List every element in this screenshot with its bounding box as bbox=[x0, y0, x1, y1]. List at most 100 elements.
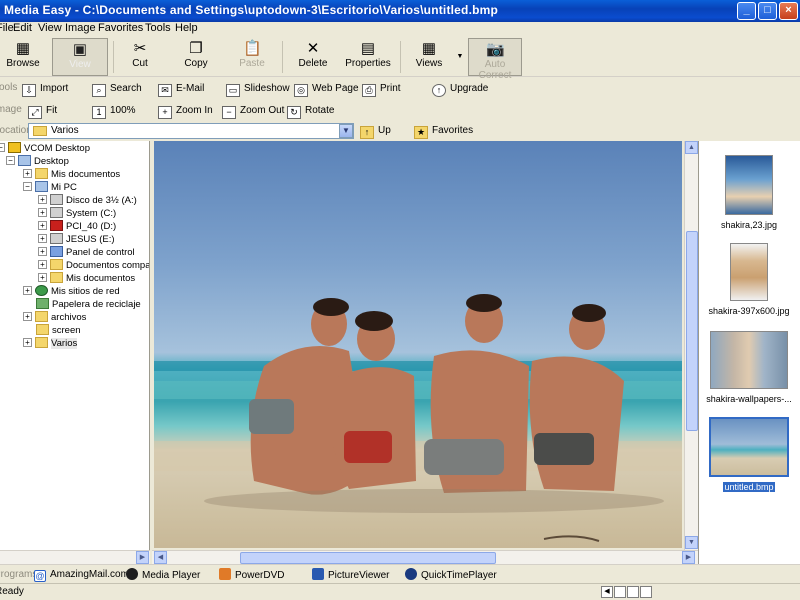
expand-icon[interactable]: + bbox=[38, 260, 47, 269]
search-button[interactable]: ⌕ Search bbox=[92, 80, 142, 97]
tree-item-archivos[interactable]: + archivos bbox=[23, 311, 86, 324]
expand-icon[interactable]: + bbox=[38, 234, 47, 243]
zoom-in-button[interactable]: + Zoom In bbox=[158, 102, 213, 119]
status-slot-icon[interactable] bbox=[627, 586, 639, 598]
upgrade-button[interactable]: ↑ Upgrade bbox=[432, 80, 488, 97]
tree-item-mis-sitios-de-red[interactable]: + Mis sitios de red bbox=[23, 285, 120, 298]
removable-drive-icon bbox=[50, 233, 63, 244]
print-button[interactable]: ⎙ Print bbox=[362, 80, 401, 97]
scroll-left-arrow[interactable]: ◀ bbox=[154, 551, 167, 564]
thumbnail-item[interactable]: shakira-wallpapers-... bbox=[699, 331, 799, 404]
tree-item-pci40-d[interactable]: + PCI_40 (D:) bbox=[38, 220, 116, 233]
favorites-button[interactable]: ★ Favorites bbox=[414, 122, 473, 139]
collapse-icon[interactable]: − bbox=[0, 143, 5, 152]
scroll-down-arrow[interactable]: ▼ bbox=[685, 536, 698, 549]
slideshow-button[interactable]: ▭ Slideshow bbox=[226, 80, 290, 97]
program-amazingmail[interactable]: @ AmazingMail.com bbox=[34, 568, 129, 582]
location-value: Varios bbox=[51, 125, 79, 136]
vertical-scroll-thumb[interactable] bbox=[686, 231, 698, 431]
tree-item-desktop[interactable]: − Desktop bbox=[6, 155, 69, 168]
tree-item-mi-pc[interactable]: − Mi PC bbox=[23, 181, 77, 194]
tree-item-mis-documentos[interactable]: + Mis documentos bbox=[23, 168, 120, 181]
program-label: QuickTimePlayer bbox=[421, 570, 497, 581]
auto-correct-button[interactable]: 📷 Auto Correct bbox=[468, 38, 522, 81]
tree-item-screen[interactable]: screen bbox=[36, 324, 81, 337]
zoom-100-button[interactable]: 1 100% bbox=[92, 102, 136, 119]
expand-icon[interactable]: + bbox=[23, 338, 32, 347]
tree-item-floppy[interactable]: + Disco de 3½ (A:) bbox=[38, 194, 137, 207]
expand-icon[interactable]: + bbox=[38, 195, 47, 204]
paste-label: Paste bbox=[239, 58, 265, 69]
program-media-player[interactable]: Media Player bbox=[126, 568, 200, 582]
menu-favorites[interactable]: Favorites bbox=[98, 22, 143, 34]
location-field[interactable]: Varios ▼ bbox=[28, 123, 354, 139]
program-quicktime[interactable]: QuickTimePlayer bbox=[405, 568, 497, 582]
status-nav-arrow-icon[interactable]: ◀ bbox=[601, 586, 613, 598]
delete-button[interactable]: ✕ Delete bbox=[291, 38, 335, 76]
thumbnail-caption: shakira,23.jpg bbox=[720, 220, 778, 230]
status-slot-icon[interactable] bbox=[614, 586, 626, 598]
close-button[interactable]: × bbox=[779, 2, 798, 20]
scroll-right-arrow[interactable]: ▶ bbox=[682, 551, 695, 564]
expand-icon[interactable]: + bbox=[38, 208, 47, 217]
import-button[interactable]: ⇩ Import bbox=[22, 80, 68, 97]
tree-item-label: archivos bbox=[51, 312, 87, 323]
thumbnail-item[interactable]: shakira-397x600.jpg bbox=[699, 243, 799, 316]
up-button[interactable]: ↑ Up bbox=[360, 122, 391, 139]
tree-item-panel-de-control[interactable]: + Panel de control bbox=[38, 246, 135, 259]
horizontal-scroll-thumb[interactable] bbox=[240, 552, 496, 564]
fit-button[interactable]: ⤢ Fit bbox=[28, 102, 57, 119]
view-button[interactable]: ▣ View bbox=[52, 38, 108, 76]
tree-horizontal-scrollbar[interactable]: ▶ bbox=[0, 550, 150, 564]
displayed-photo[interactable] bbox=[154, 141, 682, 548]
properties-button[interactable]: ▤ Properties bbox=[343, 38, 393, 76]
expand-icon[interactable]: + bbox=[38, 273, 47, 282]
program-pictureviewer[interactable]: PictureViewer bbox=[312, 568, 390, 582]
collapse-icon[interactable]: − bbox=[23, 182, 32, 191]
views-dropdown-arrow[interactable]: ▼ bbox=[454, 38, 466, 76]
menu-edit[interactable]: Edit bbox=[13, 22, 32, 34]
tree-item-vcom-desktop[interactable]: − VCOM Desktop bbox=[0, 142, 90, 155]
menu-view[interactable]: View bbox=[38, 22, 62, 34]
location-dropdown-arrow[interactable]: ▼ bbox=[339, 124, 353, 138]
floppy-drive-icon bbox=[50, 194, 63, 205]
browse-button[interactable]: ▦ Browse bbox=[2, 38, 44, 76]
webpage-button[interactable]: ◎ Web Page bbox=[294, 80, 359, 97]
cut-button[interactable]: ✂ Cut bbox=[120, 38, 160, 76]
maximize-button[interactable]: □ bbox=[758, 2, 777, 20]
scroll-up-arrow[interactable]: ▲ bbox=[685, 141, 698, 154]
scissors-icon: ✂ bbox=[133, 40, 147, 57]
thumbnail-item-selected[interactable]: untitled.bmp bbox=[699, 417, 799, 493]
upgrade-icon: ↑ bbox=[432, 84, 446, 97]
menu-help[interactable]: Help bbox=[175, 22, 198, 34]
viewer-horizontal-scrollbar[interactable]: ◀ ▶ bbox=[152, 550, 698, 564]
tree-item-jesus-e[interactable]: + JESUS (E:) bbox=[38, 233, 115, 246]
zoom-out-button[interactable]: − Zoom Out bbox=[222, 102, 284, 119]
copy-button[interactable]: ❐ Copy bbox=[174, 38, 218, 76]
thumbnail-item[interactable]: shakira,23.jpg bbox=[699, 155, 799, 230]
menu-file[interactable]: File bbox=[0, 22, 14, 34]
program-powerdvd[interactable]: PowerDVD bbox=[219, 568, 284, 582]
menu-tools[interactable]: Tools bbox=[145, 22, 171, 34]
globe-icon: ◎ bbox=[294, 84, 308, 97]
paste-button[interactable]: 📋 Paste bbox=[230, 38, 274, 76]
tree-item-varios[interactable]: + Varios bbox=[23, 337, 78, 350]
expand-icon[interactable]: + bbox=[23, 312, 32, 321]
tree-item-papelera[interactable]: Papelera de reciclaje bbox=[36, 298, 141, 311]
email-button[interactable]: ✉ E-Mail bbox=[158, 80, 204, 97]
expand-icon[interactable]: + bbox=[23, 286, 32, 295]
tree-item-mis-documentos-2[interactable]: + Mis documentos bbox=[38, 272, 135, 285]
views-button[interactable]: ▦ Views bbox=[408, 38, 450, 76]
status-slot-icon[interactable] bbox=[640, 586, 652, 598]
rotate-button[interactable]: ↻ Rotate bbox=[287, 102, 334, 119]
tree-item-documentos-compartidos[interactable]: + Documentos compart bbox=[38, 259, 149, 272]
collapse-icon[interactable]: − bbox=[6, 156, 15, 165]
minimize-button[interactable]: _ bbox=[737, 2, 756, 20]
tree-item-system-c[interactable]: + System (C:) bbox=[38, 207, 116, 220]
expand-icon[interactable]: + bbox=[38, 247, 47, 256]
viewer-vertical-scrollbar[interactable]: ▲ ▼ bbox=[684, 141, 698, 550]
expand-icon[interactable]: + bbox=[23, 169, 32, 178]
expand-icon[interactable]: + bbox=[38, 221, 47, 230]
menu-image[interactable]: Image bbox=[65, 22, 96, 34]
scroll-right-arrow[interactable]: ▶ bbox=[136, 551, 149, 564]
